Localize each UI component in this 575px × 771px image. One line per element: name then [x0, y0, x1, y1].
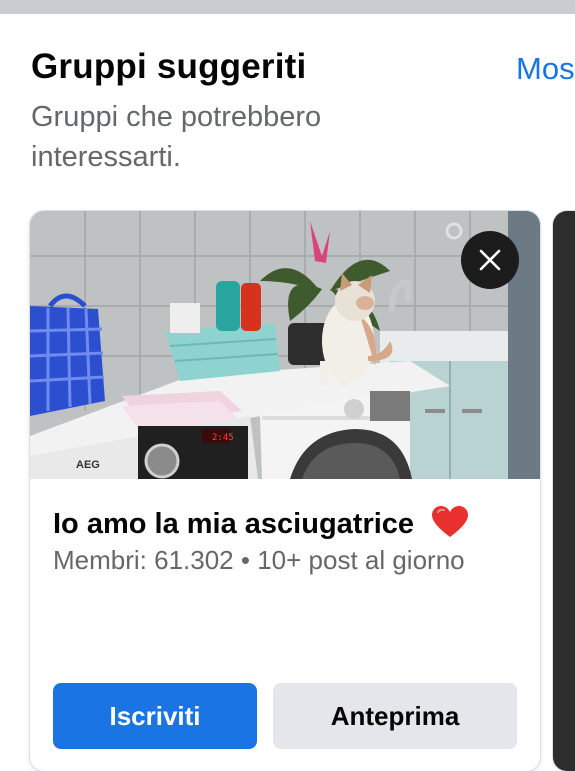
svg-text:AEG: AEG: [76, 459, 100, 471]
preview-button[interactable]: Anteprima: [273, 683, 517, 749]
section-subtitle: Gruppi che potrebbero interessarti.: [31, 101, 322, 173]
see-all-link[interactable]: Mos: [516, 51, 575, 87]
close-icon: [479, 249, 501, 271]
section-title: Gruppi suggeriti: [31, 47, 307, 86]
top-divider: [0, 0, 575, 14]
suggested-group-card[interactable]: 2:45 AEG Io amo la mia asciugatrice Memb…: [30, 211, 540, 771]
join-button[interactable]: Iscriviti: [53, 683, 257, 749]
group-name-text: Io amo la mia asciugatrice: [53, 508, 415, 540]
group-stats: Membri: 61.302 • 10+ post al giorno: [53, 545, 465, 575]
dismiss-button[interactable]: [461, 231, 519, 289]
heart-icon: [432, 506, 469, 537]
svg-text:2:45: 2:45: [212, 433, 234, 443]
group-name[interactable]: Io amo la mia asciugatrice: [53, 505, 470, 541]
next-group-card-partial[interactable]: [553, 211, 575, 771]
